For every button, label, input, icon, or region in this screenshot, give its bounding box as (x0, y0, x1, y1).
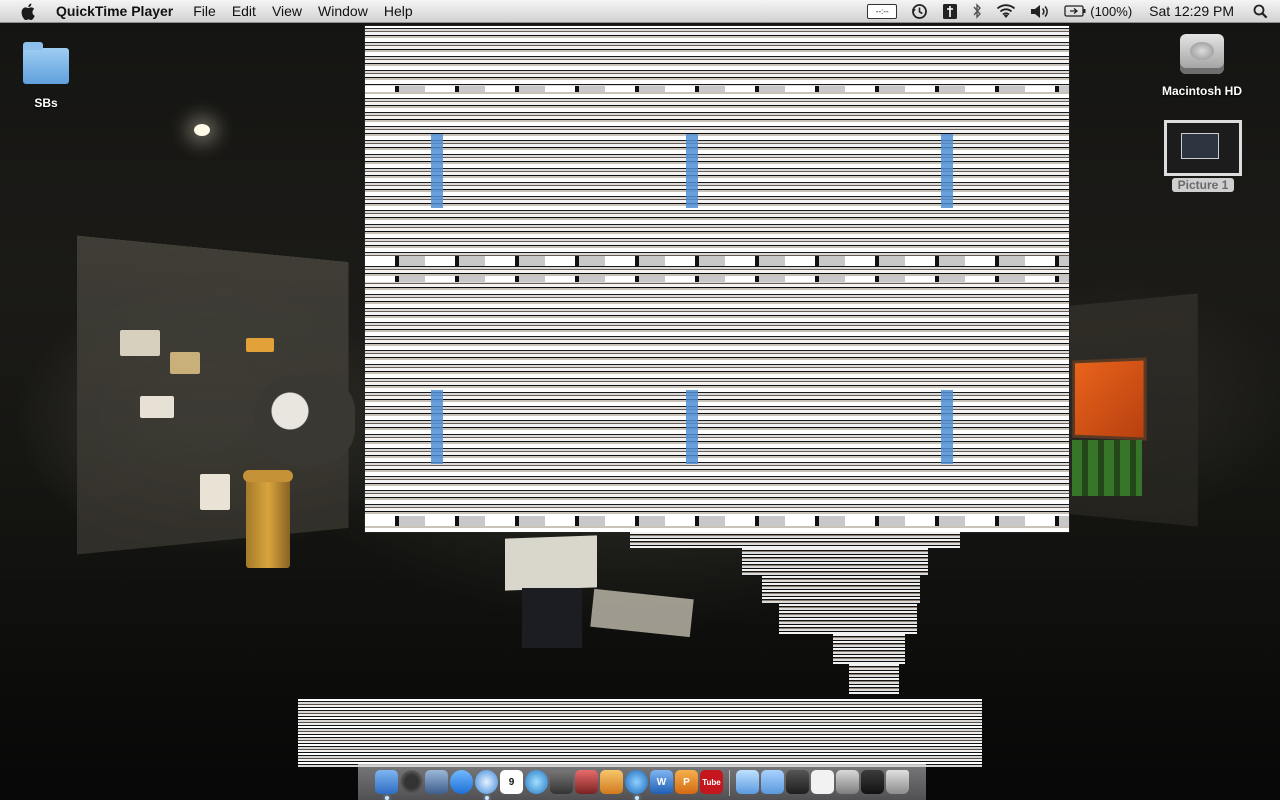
dock-word-icon[interactable]: W (650, 770, 673, 794)
dock-trash-icon[interactable] (886, 770, 909, 794)
dock-quicktime-icon[interactable] (625, 770, 648, 800)
glitch-cascade (849, 664, 899, 694)
glitch-blue-stripe (941, 134, 953, 208)
glitch-band (365, 516, 1069, 526)
dock-documents-folder-icon[interactable] (761, 770, 784, 794)
keyboard-icon: --:-- (867, 3, 898, 19)
wallpaper-graffiti-green (1072, 440, 1142, 496)
desktop-folder-sbs[interactable]: SBs (16, 42, 76, 110)
battery-menu-extra[interactable]: (100%) (1057, 0, 1139, 22)
wallpaper-cardboard (590, 588, 694, 638)
script-menu-icon[interactable] (935, 0, 965, 22)
dock-separator (729, 770, 730, 796)
glitch-blue-stripe (941, 390, 953, 464)
dock-camera-icon[interactable] (600, 770, 623, 794)
spotlight-icon[interactable] (1241, 0, 1280, 22)
dock-mail-icon[interactable] (425, 770, 448, 794)
menu-clock[interactable]: Sat 12:29 PM (1139, 0, 1241, 22)
running-indicator (484, 796, 489, 800)
wallpaper-person (522, 588, 582, 648)
glitch-cascade (779, 604, 917, 634)
desktop-icon-label: Macintosh HD (1161, 84, 1242, 98)
dock-picture-stack-icon[interactable] (861, 770, 884, 794)
screenshot-thumbnail-icon (1164, 120, 1242, 176)
running-indicator (634, 796, 639, 800)
dock-photo-booth-icon[interactable] (550, 770, 573, 794)
battery-icon (1064, 5, 1086, 17)
menu-window[interactable]: Window (310, 0, 376, 22)
desktop-icon-label: SBs (34, 96, 58, 110)
menu-help[interactable]: Help (376, 0, 421, 22)
wallpaper-sticker (140, 396, 174, 418)
glitched-quicktime-window[interactable] (365, 26, 1069, 532)
dock-powerpoint-icon[interactable]: P (675, 770, 698, 794)
glitch-cascade (762, 576, 920, 604)
keyboard-menu-extra[interactable]: --:-- (860, 0, 904, 22)
desktop-icon-label: Picture 1 (1171, 178, 1235, 192)
apple-menu-icon[interactable] (18, 1, 38, 21)
wallpaper-billboard (1074, 360, 1144, 438)
menu-bar: QuickTime Player File Edit View Window H… (0, 0, 1280, 23)
youtube-label: Tube (702, 777, 721, 787)
dock-dashboard-icon[interactable] (400, 770, 423, 794)
folder-icon (23, 42, 69, 84)
dock-ichat-icon[interactable] (450, 770, 473, 794)
glitch-cascade (630, 532, 960, 548)
dock-safari-icon[interactable] (475, 770, 498, 800)
glitch-bottom-strip (298, 699, 982, 767)
battery-percent: (100%) (1090, 3, 1133, 19)
menu-edit[interactable]: Edit (224, 0, 264, 22)
time-machine-icon[interactable] (904, 0, 935, 22)
wifi-icon[interactable] (989, 0, 1023, 22)
wallpaper-newspaper (505, 535, 597, 591)
dock-downloads-stack-icon[interactable] (786, 770, 809, 794)
glitch-blue-stripe (686, 390, 698, 464)
wallpaper-graffiti-face (255, 375, 355, 465)
dock-itunes-icon[interactable] (525, 770, 548, 794)
bluetooth-icon[interactable] (965, 0, 989, 22)
glitch-band (365, 276, 1069, 282)
menu-app-name[interactable]: QuickTime Player (52, 0, 185, 22)
wallpaper-trash-bin (243, 470, 293, 568)
glitch-cascade (742, 548, 928, 576)
glitch-band (365, 86, 1069, 92)
menu-file[interactable]: File (185, 0, 224, 22)
volume-icon[interactable] (1023, 0, 1057, 22)
dock-iphoto-icon[interactable] (575, 770, 598, 794)
ical-date: 9 (508, 776, 515, 788)
desktop-drive-macintosh-hd[interactable]: Macintosh HD (1152, 34, 1252, 98)
glitch-blue-stripe (686, 134, 698, 208)
glitch-cascade (833, 634, 905, 664)
desktop-file-picture-1[interactable]: Picture 1 (1164, 120, 1242, 192)
wallpaper-ceiling-lamp (194, 124, 210, 136)
menu-extras: --:-- (100%) Sat 12:29 PM (860, 0, 1280, 22)
dock-finder-icon[interactable] (375, 770, 398, 800)
glitch-blue-stripe (431, 134, 443, 208)
menu-view[interactable]: View (264, 0, 310, 22)
wallpaper-sticker (200, 474, 230, 510)
hard-drive-icon (1180, 34, 1224, 74)
wallpaper-sticker (246, 338, 274, 352)
dock-applications-folder-icon[interactable] (736, 770, 759, 794)
dock-preview-icon[interactable] (836, 770, 859, 794)
running-indicator (384, 796, 389, 800)
dock: 9 W P Tube (358, 764, 926, 800)
dock-document-icon[interactable] (811, 770, 834, 794)
glitch-band (365, 256, 1069, 266)
dock-ical-icon[interactable]: 9 (500, 770, 523, 794)
wallpaper-sticker (120, 330, 160, 356)
glitch-blue-stripe (431, 390, 443, 464)
dock-youtube-icon[interactable]: Tube (700, 770, 723, 794)
wallpaper-sticker (170, 352, 200, 374)
